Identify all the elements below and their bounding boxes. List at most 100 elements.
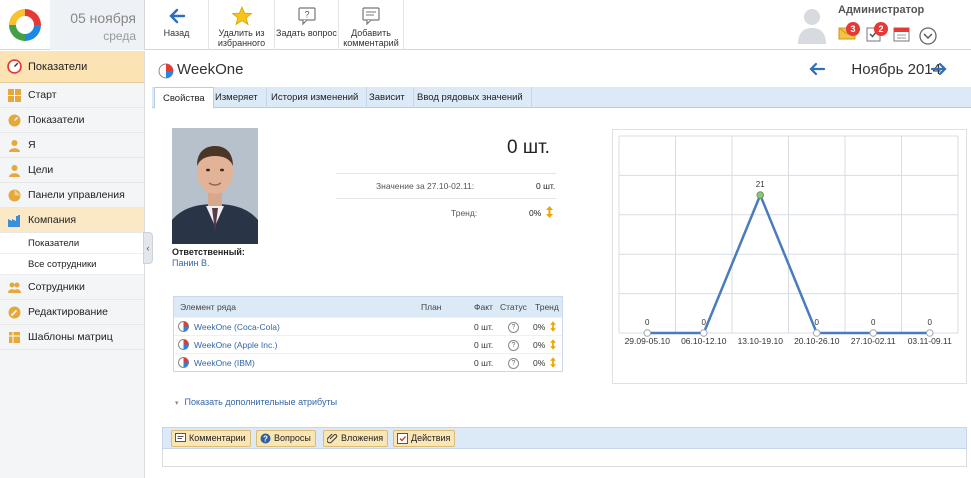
messages-badge: 3 bbox=[846, 22, 860, 36]
ask-label: Задать вопрос bbox=[276, 28, 337, 38]
user-avatar-icon[interactable] bbox=[796, 4, 828, 44]
tasks-badge: 2 bbox=[874, 22, 888, 36]
row-fact: 0 шт. bbox=[474, 340, 494, 350]
data-point bbox=[756, 191, 765, 199]
series-table: Элемент ряда План Факт Статус Тренд Week… bbox=[173, 296, 563, 372]
add-comment-button[interactable]: Добавить комментарий bbox=[339, 0, 404, 50]
x-tick-label: 06.10-12.10 bbox=[681, 336, 727, 346]
status-cell: ? bbox=[508, 357, 519, 369]
show-more-attributes-link[interactable]: ▾ Показать дополнительные атрибуты bbox=[175, 397, 337, 407]
period-label[interactable]: Ноябрь 2014 bbox=[851, 61, 941, 78]
row-name-link[interactable]: WeekOne (IBM) bbox=[194, 354, 255, 372]
svg-text:?: ? bbox=[304, 10, 309, 20]
indicator-icon bbox=[178, 339, 189, 350]
status-question-icon[interactable]: ? bbox=[508, 358, 519, 369]
question-circle-icon: ? bbox=[260, 433, 271, 444]
x-tick-label: 20.10-26.10 bbox=[794, 336, 840, 346]
attachments-button[interactable]: Вложения bbox=[323, 430, 389, 447]
tab-bar: Свойства Измеряет История изменений Зави… bbox=[152, 87, 971, 109]
sidebar-item-me[interactable]: Я bbox=[0, 133, 144, 158]
sidebar-item-label: Старт bbox=[28, 89, 57, 101]
fav-label-1: Удалить из bbox=[218, 28, 265, 38]
gauge-icon bbox=[7, 59, 22, 74]
current-weekday: среда bbox=[103, 29, 136, 43]
sidebar-subitem-all-employees[interactable]: Все сотрудники bbox=[0, 254, 144, 275]
sidebar-item-company[interactable]: Компания bbox=[0, 208, 144, 233]
sidebar-item-matrix-templates[interactable]: Шаблоны матриц bbox=[0, 325, 144, 350]
data-label: 0 bbox=[871, 318, 876, 327]
svg-text:?: ? bbox=[263, 434, 268, 443]
trend-updown-icon bbox=[550, 339, 556, 350]
comments-button[interactable]: Комментарии bbox=[171, 430, 251, 447]
question-bubble-icon: ? bbox=[297, 7, 316, 26]
sidebar-item-employees[interactable]: Сотрудники bbox=[0, 275, 144, 300]
factory-icon bbox=[8, 215, 20, 227]
messages-notification[interactable]: 3 bbox=[838, 22, 860, 43]
target-person-icon bbox=[9, 165, 20, 177]
sidebar-item-goals[interactable]: Цели bbox=[0, 158, 144, 183]
divider bbox=[336, 198, 556, 199]
paperclip-icon bbox=[327, 433, 338, 444]
comment-icon bbox=[175, 433, 186, 442]
data-label: 0 bbox=[928, 318, 933, 327]
sidebar-item-indicators[interactable]: Показатели bbox=[0, 108, 144, 133]
prev-period-arrow-icon[interactable] bbox=[808, 61, 826, 77]
row-name-link[interactable]: WeekOne (Apple Inc.) bbox=[194, 336, 277, 354]
tab-history[interactable]: История изменений bbox=[263, 87, 368, 108]
actions-button[interactable]: Действия bbox=[393, 430, 456, 447]
main-content: WeekOne Ноябрь 2014 Свойства Измеряет Ис… bbox=[152, 51, 971, 478]
people-icon bbox=[8, 282, 21, 293]
status-cell: ? bbox=[508, 339, 519, 351]
sidebar-item-dashboards[interactable]: Панели управления bbox=[0, 183, 144, 208]
status-cell: ? bbox=[508, 321, 519, 333]
sidebar-subitem-indicators[interactable]: Показатели bbox=[0, 233, 144, 254]
sidebar-header[interactable]: Показатели bbox=[0, 51, 144, 83]
questions-label: Вопросы bbox=[274, 433, 311, 443]
comments-label: Комментарии bbox=[189, 433, 246, 443]
x-tick-label: 29.09-05.10 bbox=[625, 336, 671, 346]
trend-updown-icon bbox=[550, 321, 556, 332]
user-name[interactable]: Администратор bbox=[838, 4, 924, 16]
status-question-icon[interactable]: ? bbox=[508, 322, 519, 333]
app-logo-icon[interactable] bbox=[6, 6, 44, 44]
value-period-label: Значение за 27.10-02.11: bbox=[376, 181, 475, 191]
edit-icon bbox=[8, 306, 21, 319]
data-label: 21 bbox=[756, 180, 765, 189]
next-period-arrow-icon[interactable] bbox=[930, 61, 948, 77]
tab-depends[interactable]: Зависит bbox=[361, 87, 414, 108]
questions-button[interactable]: ? Вопросы bbox=[256, 430, 316, 447]
show-more-attributes-label: Показать дополнительные атрибуты bbox=[184, 397, 338, 407]
user-menu-toggle[interactable] bbox=[919, 27, 937, 48]
remove-favorite-button[interactable]: Удалить из избранного bbox=[209, 0, 275, 50]
table-header: Элемент ряда План Факт Статус Тренд bbox=[174, 297, 562, 317]
responsible-name-link[interactable]: Панин В. bbox=[172, 258, 209, 268]
chevron-left-icon: ‹ bbox=[146, 243, 150, 253]
row-name-link[interactable]: WeekOne (Coca-Cola) bbox=[194, 318, 280, 336]
sidebar-header-label: Показатели bbox=[28, 61, 88, 73]
trend-updown-icon bbox=[550, 357, 556, 368]
x-tick-label: 03.11-09.11 bbox=[908, 336, 952, 346]
back-label: Назад bbox=[163, 28, 190, 38]
gauge-icon bbox=[8, 114, 21, 127]
tasks-notification[interactable]: 2 bbox=[866, 22, 888, 45]
tab-series-input[interactable]: Ввод рядовых значений bbox=[409, 87, 532, 108]
row-fact: 0 шт. bbox=[474, 358, 494, 368]
tab-measures[interactable]: Измеряет bbox=[207, 87, 267, 108]
value-period-value: 0 шт. bbox=[536, 181, 556, 191]
portrait-image bbox=[172, 128, 258, 244]
chart-panel: 0 0 21 0 0 0 29.09-05.10 06.10-12.10 13.10-19.10… bbox=[612, 129, 967, 384]
x-tick-label: 27.10-02.11 bbox=[851, 336, 896, 346]
trend-value: 0% bbox=[529, 208, 542, 218]
bottom-content-area bbox=[162, 449, 967, 467]
sidebar-item-start[interactable]: Старт bbox=[0, 83, 144, 108]
tab-properties[interactable]: Свойства bbox=[154, 87, 214, 109]
ask-question-button[interactable]: ? Задать вопрос bbox=[275, 0, 339, 50]
calendar-notification[interactable] bbox=[893, 26, 911, 45]
actions-label: Действия bbox=[411, 433, 451, 443]
actions-icon bbox=[397, 433, 408, 444]
sidebar-item-label: Шаблоны матриц bbox=[28, 331, 113, 343]
sidebar-item-label: Компания bbox=[28, 214, 77, 226]
sidebar-item-editing[interactable]: Редактирование bbox=[0, 300, 144, 325]
status-question-icon[interactable]: ? bbox=[508, 340, 519, 351]
back-button[interactable]: Назад bbox=[145, 0, 209, 50]
